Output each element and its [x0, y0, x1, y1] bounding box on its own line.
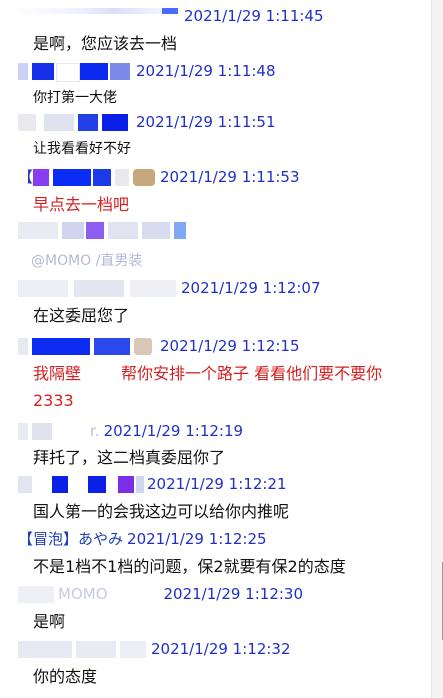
message-text-continued: 2333 [33, 391, 74, 410]
timestamp: 2021/1/29 1:12:19 [103, 422, 244, 440]
message-header: 2021/1/29 1:12:32 [18, 639, 291, 659]
message-part: 我隔壁 [33, 364, 82, 383]
message-header: r. 2021/1/29 1:12:19 [18, 421, 243, 441]
timestamp: 2021/1/29 1:12:15 [160, 337, 300, 355]
message-header: 【冒泡】あやみ 2021/1/29 1:12:25 [18, 529, 267, 549]
redacted-sender [18, 475, 147, 494]
redacted-sender [18, 640, 151, 659]
timestamp: 2021/1/29 1:12:25 [127, 530, 267, 548]
chat-log[interactable]: 2021/1/29 1:11:45 是啊，您应该去一档 2021/1/29 1:… [0, 0, 430, 698]
message-header: 2021/1/29 1:12:15 [18, 336, 300, 356]
message-text: 拜托了，这二档真委屈你了 [33, 448, 226, 467]
sender-fragment: r. [90, 422, 100, 440]
message-header: 2021/1/29 1:11:45 [12, 6, 324, 26]
redacted-sender [12, 113, 136, 132]
message-header: 2021/1/29 1:11:51 [12, 112, 276, 132]
timestamp: 2021/1/29 1:12:32 [151, 640, 291, 658]
message-header: 2021/1/29 1:11:48 [12, 61, 276, 82]
message-header: MOMO 2021/1/29 1:12:30 [18, 584, 303, 604]
redaction [81, 365, 122, 384]
redacted-sender [12, 62, 136, 82]
message-text: 是啊 [33, 612, 66, 631]
message-header [18, 220, 190, 240]
message-header: 2021/1/29 1:12:07 [18, 278, 321, 298]
sender-fragment: MOMO [58, 585, 108, 603]
redacted-sender [18, 337, 160, 356]
redacted-sender [33, 168, 160, 187]
message-part: 帮你安排一个路子 看看他们要不要你 [121, 364, 383, 383]
redacted-sender [18, 585, 58, 604]
timestamp: 2021/1/29 1:11:51 [136, 113, 276, 131]
message-text: 早点去一档吧 [33, 195, 130, 214]
message-text: @MOMO /直男装 [31, 253, 143, 269]
timestamp: 2021/1/29 1:11:45 [184, 7, 324, 25]
timestamp: 2021/1/29 1:11:48 [136, 62, 276, 80]
message-text: 让我看看好不好 [33, 141, 131, 157]
message-text: 不是1档不1档的问题，保2就要有保2的态度 [33, 557, 346, 576]
message-text: 国人第一的会我这边可以给你内推呢 [33, 502, 290, 521]
redacted-sender [18, 279, 181, 298]
sender-tag-bracket: 【 [18, 168, 34, 186]
message-text: 是啊，您应该去一档 [33, 34, 178, 53]
message-header: 【 2021/1/29 1:11:53 [18, 167, 300, 187]
message-text: 你的态度 [33, 667, 98, 686]
message-header: 2021/1/29 1:12:21 [18, 474, 287, 494]
message-text: 在这委屈您了 [33, 306, 130, 325]
timestamp: 2021/1/29 1:12:30 [163, 585, 304, 603]
timestamp: 2021/1/29 1:12:21 [147, 475, 287, 493]
message-text: 我隔壁 帮你安排一个路子 看看他们要不要你 [33, 363, 382, 385]
message-text: 你打第一大佬 [33, 90, 117, 106]
vertical-scrollbar[interactable] [431, 0, 443, 698]
sender-name: あやみ [78, 530, 124, 548]
timestamp: 2021/1/29 1:11:53 [160, 168, 300, 186]
timestamp: 2021/1/29 1:12:07 [181, 279, 321, 297]
sender-tag: 【冒泡】 [18, 530, 79, 548]
redacted-sender [12, 7, 184, 26]
redacted-sender [18, 422, 90, 441]
redacted-sender [18, 221, 190, 240]
